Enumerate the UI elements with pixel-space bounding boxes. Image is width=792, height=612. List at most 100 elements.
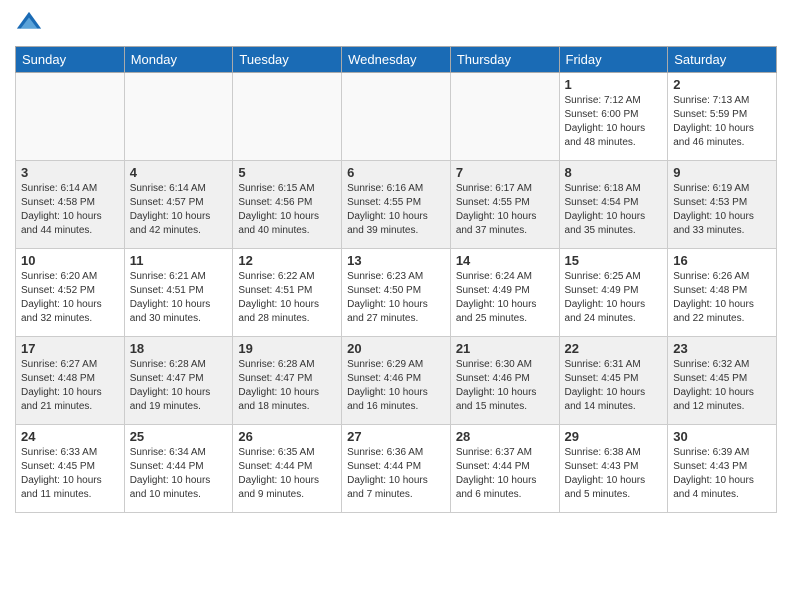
- day-number: 2: [673, 77, 771, 92]
- calendar-cell: 25 Sunrise: 6:34 AM Sunset: 4:44 PM Dayli…: [124, 425, 233, 513]
- day-number: 5: [238, 165, 336, 180]
- calendar-week-row: 17 Sunrise: 6:27 AM Sunset: 4:48 PM Dayli…: [16, 337, 777, 425]
- calendar-cell: 21 Sunrise: 6:30 AM Sunset: 4:46 PM Dayli…: [450, 337, 559, 425]
- day-info: Sunrise: 6:22 AM Sunset: 4:51 PM Dayligh…: [238, 270, 336, 326]
- day-info: Sunrise: 6:26 AM Sunset: 4:48 PM Dayligh…: [673, 270, 771, 326]
- calendar-cell: 2Sunrise: 7:13 AM Sunset: 5:59 PM Daylig…: [668, 73, 777, 161]
- weekday-header: Wednesday: [342, 47, 451, 73]
- calendar-week-row: 1 Sunrise: 7:12 AM Sunset: 6:00 PM Daylig…: [16, 73, 777, 161]
- day-number: 15: [565, 253, 663, 268]
- day-number: 28: [456, 429, 554, 444]
- calendar-week-row: 10 Sunrise: 6:20 AM Sunset: 4:52 PM Dayli…: [16, 249, 777, 337]
- day-info: Sunrise: 6:34 AM Sunset: 4:44 PM Dayligh…: [130, 446, 228, 502]
- calendar-cell: [450, 73, 559, 161]
- day-number: 19: [238, 341, 336, 356]
- day-number: 11: [130, 253, 228, 268]
- day-info: Sunrise: 6:24 AM Sunset: 4:49 PM Dayligh…: [456, 270, 554, 326]
- calendar-cell: 28 Sunrise: 6:37 AM Sunset: 4:44 PM Dayli…: [450, 425, 559, 513]
- day-number: 21: [456, 341, 554, 356]
- day-number: 1: [565, 77, 663, 92]
- day-info: Sunrise: 6:35 AM Sunset: 4:44 PM Dayligh…: [238, 446, 336, 502]
- weekday-header: Friday: [559, 47, 668, 73]
- page-container: SundayMondayTuesdayWednesdayThursdayFrid…: [0, 0, 792, 518]
- calendar-cell: 4 Sunrise: 6:14 AM Sunset: 4:57 PM Daylig…: [124, 161, 233, 249]
- day-info: Sunrise: 6:38 AM Sunset: 4:43 PM Dayligh…: [565, 446, 663, 502]
- calendar-cell: 14 Sunrise: 6:24 AM Sunset: 4:49 PM Dayli…: [450, 249, 559, 337]
- calendar-cell: 20Sunrise: 6:29 AM Sunset: 4:46 PM Dayli…: [342, 337, 451, 425]
- calendar-cell: 18 Sunrise: 6:28 AM Sunset: 4:47 PM Dayli…: [124, 337, 233, 425]
- logo-icon: [15, 10, 43, 38]
- day-number: 13: [347, 253, 445, 268]
- calendar-cell: 13 Sunrise: 6:23 AM Sunset: 4:50 PM Dayli…: [342, 249, 451, 337]
- calendar-cell: 30 Sunrise: 6:39 AM Sunset: 4:43 PM Dayli…: [668, 425, 777, 513]
- calendar-header-row: SundayMondayTuesdayWednesdayThursdayFrid…: [16, 47, 777, 73]
- calendar-cell: 29 Sunrise: 6:38 AM Sunset: 4:43 PM Dayli…: [559, 425, 668, 513]
- calendar-cell: 23 Sunrise: 6:32 AM Sunset: 4:45 PM Dayli…: [668, 337, 777, 425]
- day-number: 22: [565, 341, 663, 356]
- day-number: 18: [130, 341, 228, 356]
- day-number: 12: [238, 253, 336, 268]
- day-info: Sunrise: 6:21 AM Sunset: 4:51 PM Dayligh…: [130, 270, 228, 326]
- day-info: Sunrise: 7:12 AM Sunset: 6:00 PM Dayligh…: [565, 94, 663, 150]
- page-header: [15, 10, 777, 38]
- day-number: 24: [21, 429, 119, 444]
- day-number: 30: [673, 429, 771, 444]
- day-info: Sunrise: 6:20 AM Sunset: 4:52 PM Dayligh…: [21, 270, 119, 326]
- calendar-cell: 22 Sunrise: 6:31 AM Sunset: 4:45 PM Dayli…: [559, 337, 668, 425]
- day-info: Sunrise: 6:32 AM Sunset: 4:45 PM Dayligh…: [673, 358, 771, 414]
- day-number: 7: [456, 165, 554, 180]
- calendar-cell: 19Sunrise: 6:28 AM Sunset: 4:47 PM Dayli…: [233, 337, 342, 425]
- day-info: Sunrise: 6:36 AM Sunset: 4:44 PM Dayligh…: [347, 446, 445, 502]
- calendar-cell: 27 Sunrise: 6:36 AM Sunset: 4:44 PM Dayli…: [342, 425, 451, 513]
- calendar-cell: 17 Sunrise: 6:27 AM Sunset: 4:48 PM Dayli…: [16, 337, 125, 425]
- calendar-cell: 24Sunrise: 6:33 AM Sunset: 4:45 PM Dayli…: [16, 425, 125, 513]
- day-info: Sunrise: 6:30 AM Sunset: 4:46 PM Dayligh…: [456, 358, 554, 414]
- calendar-week-row: 3 Sunrise: 6:14 AM Sunset: 4:58 PM Daylig…: [16, 161, 777, 249]
- day-info: Sunrise: 6:15 AM Sunset: 4:56 PM Dayligh…: [238, 182, 336, 238]
- day-number: 27: [347, 429, 445, 444]
- calendar-cell: 3 Sunrise: 6:14 AM Sunset: 4:58 PM Daylig…: [16, 161, 125, 249]
- day-info: Sunrise: 6:23 AM Sunset: 4:50 PM Dayligh…: [347, 270, 445, 326]
- day-info: Sunrise: 6:25 AM Sunset: 4:49 PM Dayligh…: [565, 270, 663, 326]
- calendar-cell: 26 Sunrise: 6:35 AM Sunset: 4:44 PM Dayli…: [233, 425, 342, 513]
- weekday-header: Tuesday: [233, 47, 342, 73]
- day-number: 17: [21, 341, 119, 356]
- calendar-cell: 6 Sunrise: 6:16 AM Sunset: 4:55 PM Daylig…: [342, 161, 451, 249]
- day-number: 14: [456, 253, 554, 268]
- calendar-cell: 11 Sunrise: 6:21 AM Sunset: 4:51 PM Dayli…: [124, 249, 233, 337]
- day-info: Sunrise: 6:29 AM Sunset: 4:46 PM Dayligh…: [347, 358, 445, 414]
- day-info: Sunrise: 6:18 AM Sunset: 4:54 PM Dayligh…: [565, 182, 663, 238]
- calendar-cell: 8 Sunrise: 6:18 AM Sunset: 4:54 PM Daylig…: [559, 161, 668, 249]
- day-number: 29: [565, 429, 663, 444]
- day-info: Sunrise: 6:39 AM Sunset: 4:43 PM Dayligh…: [673, 446, 771, 502]
- day-number: 26: [238, 429, 336, 444]
- day-info: Sunrise: 6:14 AM Sunset: 4:58 PM Dayligh…: [21, 182, 119, 238]
- day-info: Sunrise: 6:19 AM Sunset: 4:53 PM Dayligh…: [673, 182, 771, 238]
- weekday-header: Thursday: [450, 47, 559, 73]
- day-info: Sunrise: 6:28 AM Sunset: 4:47 PM Dayligh…: [130, 358, 228, 414]
- day-info: Sunrise: 6:31 AM Sunset: 4:45 PM Dayligh…: [565, 358, 663, 414]
- calendar-week-row: 24Sunrise: 6:33 AM Sunset: 4:45 PM Dayli…: [16, 425, 777, 513]
- weekday-header: Monday: [124, 47, 233, 73]
- day-info: Sunrise: 6:27 AM Sunset: 4:48 PM Dayligh…: [21, 358, 119, 414]
- day-number: 9: [673, 165, 771, 180]
- day-number: 10: [21, 253, 119, 268]
- calendar-cell: [16, 73, 125, 161]
- day-info: Sunrise: 6:14 AM Sunset: 4:57 PM Dayligh…: [130, 182, 228, 238]
- day-number: 8: [565, 165, 663, 180]
- calendar-cell: 5 Sunrise: 6:15 AM Sunset: 4:56 PM Daylig…: [233, 161, 342, 249]
- day-number: 4: [130, 165, 228, 180]
- day-number: 3: [21, 165, 119, 180]
- weekday-header: Saturday: [668, 47, 777, 73]
- day-number: 25: [130, 429, 228, 444]
- day-number: 6: [347, 165, 445, 180]
- calendar-cell: [233, 73, 342, 161]
- calendar-cell: [124, 73, 233, 161]
- calendar-cell: 1 Sunrise: 7:12 AM Sunset: 6:00 PM Daylig…: [559, 73, 668, 161]
- logo: [15, 10, 47, 38]
- calendar-table: SundayMondayTuesdayWednesdayThursdayFrid…: [15, 46, 777, 513]
- day-info: Sunrise: 6:16 AM Sunset: 4:55 PM Dayligh…: [347, 182, 445, 238]
- day-info: Sunrise: 6:37 AM Sunset: 4:44 PM Dayligh…: [456, 446, 554, 502]
- day-number: 23: [673, 341, 771, 356]
- calendar-cell: 16Sunrise: 6:26 AM Sunset: 4:48 PM Dayli…: [668, 249, 777, 337]
